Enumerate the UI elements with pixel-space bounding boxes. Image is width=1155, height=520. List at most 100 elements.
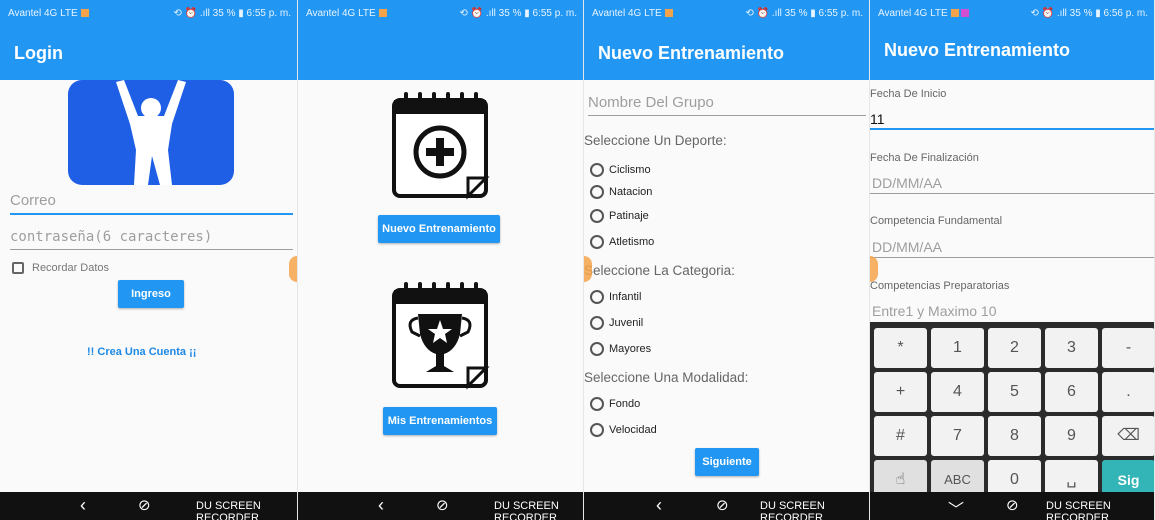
fundamental-underline bbox=[870, 257, 1154, 258]
status-indicators: ⟲ ⏰ .ıll 35 % ▮ 6:55 p. m. bbox=[459, 8, 578, 19]
next-button[interactable]: Siguiente bbox=[695, 448, 759, 476]
radio-ciclismo[interactable] bbox=[590, 163, 604, 177]
password-input[interactable]: contraseña(6 caracteres) bbox=[10, 229, 293, 250]
group-name-input[interactable]: Nombre Del Grupo bbox=[588, 94, 866, 116]
key-3[interactable]: 3 bbox=[1045, 328, 1098, 368]
app-logo bbox=[68, 80, 234, 185]
navigation-bar: ‹ ⊘ DU SCREEN RECORDER bbox=[298, 492, 583, 520]
radio-label: Mayores bbox=[609, 343, 652, 355]
start-date-label: Fecha De Inicio bbox=[870, 88, 947, 100]
category-label: Seleccione La Categoria: bbox=[584, 263, 735, 278]
key-plus[interactable]: + bbox=[874, 372, 927, 412]
email-input[interactable]: Correo bbox=[10, 192, 293, 215]
navigation-bar: ‹ ⊘ DU SCREEN RECORDER bbox=[0, 492, 297, 520]
floating-button[interactable] bbox=[289, 256, 297, 282]
calendar-trophy-icon[interactable] bbox=[390, 280, 492, 390]
key-4[interactable]: 4 bbox=[931, 372, 984, 412]
new-training-screen: Avantel 4G LTE ⟲ ⏰ .ıll 35 % ▮ 6:55 p. m… bbox=[584, 0, 870, 520]
radio-patinaje[interactable] bbox=[590, 209, 604, 223]
athlete-icon bbox=[116, 80, 186, 185]
radio-label: Velocidad bbox=[609, 424, 657, 436]
key-dot[interactable]: . bbox=[1102, 372, 1154, 412]
key-8[interactable]: 8 bbox=[988, 416, 1041, 456]
key-minus[interactable]: - bbox=[1102, 328, 1154, 368]
radio-infantil[interactable] bbox=[590, 290, 604, 304]
preparatory-input[interactable]: Entre1 y Maximo 10 bbox=[872, 303, 997, 319]
back-icon[interactable]: ‹ bbox=[378, 495, 384, 516]
radio-fondo[interactable] bbox=[590, 397, 604, 411]
radio-velocidad[interactable] bbox=[590, 423, 604, 437]
recorder-icon: ⊘ bbox=[716, 497, 729, 514]
my-trainings-button[interactable]: Mis Entrenamientos bbox=[383, 407, 497, 435]
new-training-dates-screen: Avantel 4G LTE ⟲ ⏰ .ıll 35 % ▮ 6:56 p. m… bbox=[870, 0, 1155, 520]
carrier-label: Avantel 4G LTE bbox=[592, 0, 673, 28]
key-asterisk[interactable]: * bbox=[874, 328, 927, 368]
recorder-label: DU SCREEN RECORDER bbox=[760, 500, 825, 520]
page-title: Login bbox=[0, 28, 297, 80]
navigation-bar: ﹀ ⊘ DU SCREEN RECORDER bbox=[870, 492, 1154, 520]
radio-label: Patinaje bbox=[609, 210, 649, 222]
back-icon[interactable]: ‹ bbox=[80, 495, 86, 516]
end-date-label: Fecha De Finalización bbox=[870, 152, 979, 164]
key-2[interactable]: 2 bbox=[988, 328, 1041, 368]
menu-screen: Avantel 4G LTE ⟲ ⏰ .ıll 35 % ▮ 6:55 p. m… bbox=[298, 0, 584, 520]
radio-atletismo[interactable] bbox=[590, 235, 604, 249]
modality-label: Seleccione Una Modalidad: bbox=[584, 370, 749, 385]
preparatory-label: Competencias Preparatorias bbox=[870, 280, 1010, 292]
create-account-link[interactable]: !! Crea Una Cuenta ¡¡ bbox=[87, 346, 196, 358]
radio-label: Fondo bbox=[609, 398, 641, 410]
login-button[interactable]: Ingreso bbox=[118, 280, 184, 308]
navigation-bar: ‹ ⊘ DU SCREEN RECORDER bbox=[584, 492, 869, 520]
calendar-add-icon[interactable] bbox=[390, 90, 492, 200]
radio-label: Infantil bbox=[609, 291, 642, 303]
key-hash[interactable]: # bbox=[874, 416, 927, 456]
radio-label: Juvenil bbox=[609, 317, 644, 329]
back-icon[interactable]: ‹ bbox=[656, 495, 662, 516]
floating-button[interactable] bbox=[584, 256, 592, 282]
key-7[interactable]: 7 bbox=[931, 416, 984, 456]
status-indicators: ⟲ ⏰ .ıll 35 % ▮ 6:55 p. m. bbox=[173, 8, 292, 19]
status-bar: Avantel 4G LTE ⟲ ⏰ .ıll 35 % ▮ 6:56 p. m… bbox=[870, 0, 1154, 28]
floating-button[interactable] bbox=[870, 256, 878, 282]
radio-juvenil[interactable] bbox=[590, 316, 604, 330]
notification-icon bbox=[378, 9, 387, 18]
carrier-label: Avantel 4G LTE bbox=[8, 0, 89, 28]
remember-label: Recordar Datos bbox=[32, 262, 110, 274]
fundamental-input[interactable]: DD/MM/AA bbox=[872, 239, 942, 255]
start-date-underline bbox=[870, 128, 1154, 130]
status-bar: Avantel 4G LTE ⟲ ⏰ .ıll 35 % ▮ 6:55 p. m… bbox=[584, 0, 869, 28]
radio-label: Natacion bbox=[609, 186, 653, 198]
remember-checkbox[interactable] bbox=[12, 262, 24, 274]
recorder-icon: ⊘ bbox=[138, 497, 151, 514]
notification-icon bbox=[950, 9, 959, 18]
page-title: Nuevo Entrenamiento bbox=[584, 28, 869, 80]
carrier-label: Avantel 4G LTE bbox=[306, 0, 387, 28]
notification-icon bbox=[80, 9, 89, 18]
carrier-label: Avantel 4G LTE bbox=[878, 0, 969, 28]
backspace-icon[interactable]: ⌫ bbox=[1102, 416, 1154, 456]
key-9[interactable]: 9 bbox=[1045, 416, 1098, 456]
radio-label: Atletismo bbox=[609, 236, 655, 248]
radio-natacion[interactable] bbox=[590, 185, 604, 199]
end-date-underline bbox=[870, 193, 1154, 194]
start-date-input[interactable]: 11 bbox=[870, 111, 885, 127]
recorder-label: DU SCREEN RECORDER bbox=[1046, 500, 1111, 520]
radio-mayores[interactable] bbox=[590, 342, 604, 356]
status-indicators: ⟲ ⏰ .ıll 35 % ▮ 6:56 p. m. bbox=[1030, 8, 1149, 19]
status-indicators: ⟲ ⏰ .ıll 35 % ▮ 6:55 p. m. bbox=[745, 8, 864, 19]
key-1[interactable]: 1 bbox=[931, 328, 984, 368]
notification-icon bbox=[664, 9, 673, 18]
notification-icon bbox=[960, 9, 969, 18]
recorder-icon: ⊘ bbox=[436, 497, 449, 514]
key-6[interactable]: 6 bbox=[1045, 372, 1098, 412]
chevron-down-icon[interactable]: ﹀ bbox=[948, 496, 964, 520]
numeric-keyboard: * 1 2 3 - + 4 5 6 . # 7 8 9 ⌫ ☝ ABC 0 ␣ … bbox=[870, 322, 1154, 500]
new-training-button[interactable]: Nuevo Entrenamiento bbox=[378, 215, 500, 243]
key-5[interactable]: 5 bbox=[988, 372, 1041, 412]
sport-label: Seleccione Un Deporte: bbox=[584, 133, 727, 148]
status-bar: Avantel 4G LTE ⟲ ⏰ .ıll 35 % ▮ 6:55 p. m… bbox=[0, 0, 297, 28]
status-bar: Avantel 4G LTE ⟲ ⏰ .ıll 35 % ▮ 6:55 p. m… bbox=[298, 0, 583, 28]
end-date-input[interactable]: DD/MM/AA bbox=[872, 175, 942, 191]
login-screen: Avantel 4G LTE ⟲ ⏰ .ıll 35 % ▮ 6:55 p. m… bbox=[0, 0, 298, 520]
app-bar bbox=[298, 28, 583, 80]
